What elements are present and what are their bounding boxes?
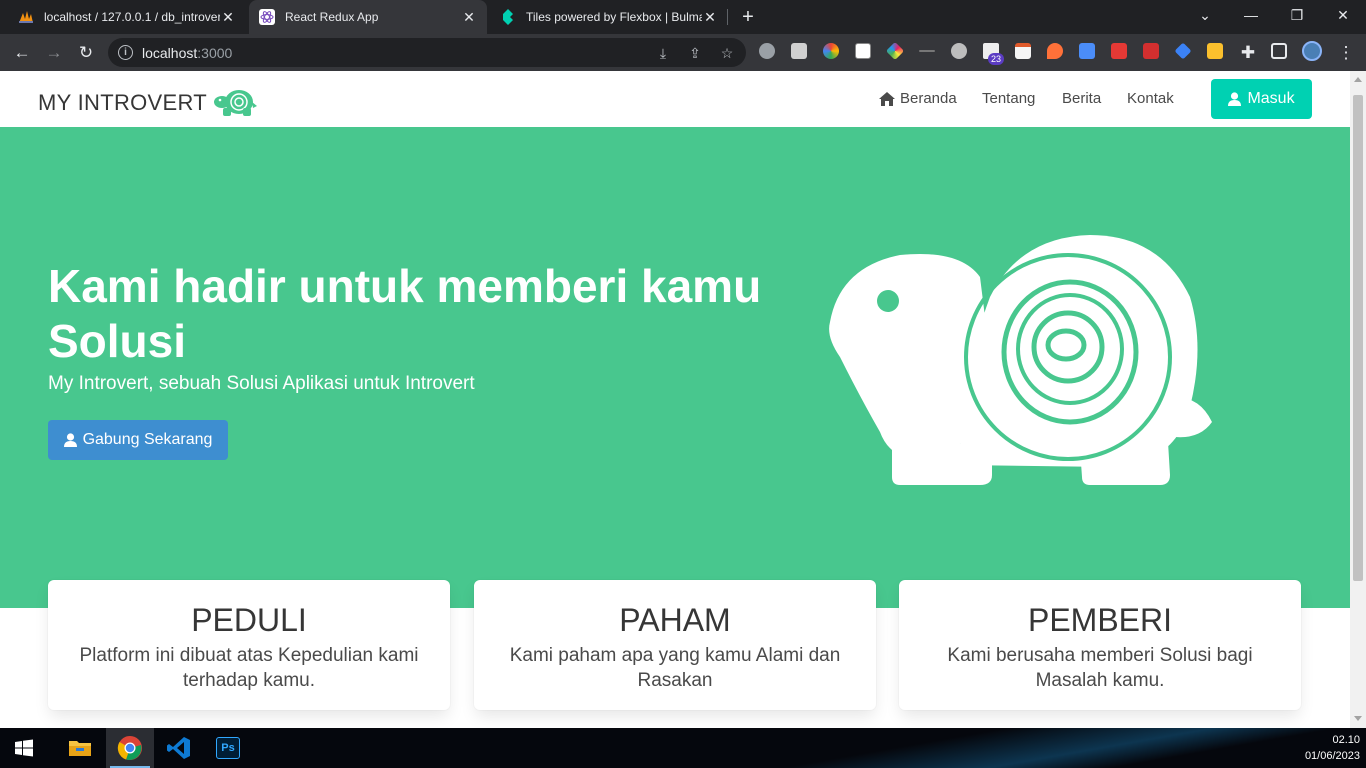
forward-icon[interactable]: →	[40, 39, 68, 67]
url-text: localhost:3000	[142, 45, 232, 61]
site-navbar: MY INTROVERT Beranda Tentang Berita Kont…	[0, 71, 1350, 127]
tool-extension-icon[interactable]	[791, 43, 807, 59]
tab-react-redux-app[interactable]: React Redux App ✕	[249, 0, 487, 34]
windows-taskbar: Ps 02.10 01/06/2023	[0, 728, 1366, 768]
tab-search-icon[interactable]: ⌄	[1182, 0, 1228, 30]
restore-icon[interactable]: ❐	[1274, 0, 1320, 30]
color-extension-icon[interactable]	[823, 43, 839, 59]
taskbar-wallpaper-glow	[760, 728, 1360, 768]
b-extension-icon[interactable]	[855, 43, 871, 59]
card-text: Kami berusaha memberi Solusi bagi Masala…	[947, 645, 1253, 691]
card-title: PEDULI	[191, 602, 307, 638]
address-bar[interactable]: i localhost:3000 ⤓ ⇪ ☆	[108, 38, 746, 67]
phpmyadmin-icon	[18, 9, 34, 25]
nav-kontak-label: Kontak	[1127, 90, 1174, 107]
tab-title: localhost / 127.0.0.1 / db_introvert	[44, 10, 220, 24]
media-extension-icon[interactable]	[1143, 43, 1159, 59]
page-scrollbar[interactable]	[1350, 71, 1366, 728]
nav-kontak[interactable]: Kontak	[1127, 90, 1174, 107]
site-info-icon[interactable]: i	[118, 45, 133, 60]
tab-bulma-tiles[interactable]: Tiles powered by Flexbox | Bulma ✕	[490, 0, 728, 34]
browser-toolbar: ← → ↻ i localhost:3000 ⤓ ⇪ ☆	[0, 34, 1366, 71]
web-page: MY INTROVERT Beranda Tentang Berita Kont…	[0, 71, 1350, 728]
close-tab-icon[interactable]: ✕	[220, 9, 236, 25]
ruler-extension-icon[interactable]	[919, 50, 935, 52]
photoshop-icon[interactable]: Ps	[204, 728, 252, 768]
chrome-menu-icon[interactable]: ⋮	[1332, 39, 1360, 67]
extensions-puzzle-icon[interactable]: ✚	[1234, 39, 1262, 67]
hourglass-extension-icon[interactable]	[1207, 43, 1223, 59]
share-icon[interactable]: ⇪	[686, 44, 704, 62]
photoshop-label: Ps	[216, 737, 240, 759]
nav-tentang[interactable]: Tentang	[982, 90, 1035, 107]
browser-tab-strip: localhost / 127.0.0.1 / db_introvert ✕ R…	[0, 0, 1366, 34]
scroll-up-icon[interactable]	[1354, 77, 1362, 82]
nav-berita[interactable]: Berita	[1062, 90, 1101, 107]
url-port: :3000	[197, 45, 233, 61]
vscode-icon[interactable]	[155, 728, 203, 768]
nav-beranda-label: Beranda	[900, 90, 957, 107]
card-title: PAHAM	[619, 602, 731, 638]
close-window-icon[interactable]: ✕	[1320, 0, 1366, 30]
profile-avatar[interactable]	[1302, 41, 1322, 61]
home-icon	[879, 91, 895, 106]
tab-title: Tiles powered by Flexbox | Bulma	[526, 10, 702, 24]
back-icon[interactable]: ←	[8, 39, 36, 67]
turtle-logo-icon	[214, 90, 258, 116]
close-tab-icon[interactable]: ✕	[461, 9, 477, 25]
clock-date: 01/06/2023	[1304, 750, 1360, 762]
gear-extension-icon[interactable]	[951, 43, 967, 59]
join-now-label: Gabung Sekarang	[82, 431, 213, 448]
scrollbar-thumb[interactable]	[1353, 95, 1363, 581]
nav-beranda[interactable]: Beranda	[879, 90, 957, 107]
card-pemberi: PEMBERI Kami berusaha memberi Solusi bag…	[899, 580, 1301, 710]
close-tab-icon[interactable]: ✕	[702, 9, 718, 25]
bookmark-star-icon[interactable]: ☆	[718, 44, 736, 62]
user-icon	[1228, 92, 1242, 106]
join-now-button[interactable]: Gabung Sekarang	[48, 420, 228, 460]
hero-subtitle: My Introvert, sebuah Solusi Aplikasi unt…	[48, 373, 475, 394]
tab-divider	[727, 9, 728, 25]
window-extension-icon[interactable]	[1015, 43, 1031, 59]
nav-berita-label: Berita	[1062, 90, 1102, 107]
clock-time: 02.10	[1332, 734, 1360, 746]
user-icon	[63, 433, 77, 447]
turtle-illustration-icon	[829, 235, 1212, 485]
fox-extension-icon[interactable]	[1047, 43, 1063, 59]
tab-title: React Redux App	[285, 10, 379, 24]
tab-phpmyadmin[interactable]: localhost / 127.0.0.1 / db_introvert ✕	[8, 0, 246, 34]
card-text: Platform ini dibuat atas Kepedulian kami…	[79, 645, 419, 691]
install-app-icon[interactable]: ⤓	[654, 44, 672, 62]
file-explorer-icon[interactable]	[56, 728, 104, 768]
globe-extension-icon[interactable]	[759, 43, 775, 59]
card-paham: PAHAM Kami paham apa yang kamu Alami dan…	[474, 580, 876, 710]
url-host: localhost	[142, 45, 198, 61]
login-button[interactable]: Masuk	[1211, 79, 1312, 119]
system-clock[interactable]: 02.10 01/06/2023	[1305, 732, 1360, 764]
minimize-icon[interactable]: —	[1228, 0, 1274, 30]
bulma-icon	[500, 9, 516, 25]
new-tab-icon[interactable]: +	[736, 5, 760, 29]
brand-logo[interactable]: MY INTROVERT	[38, 88, 258, 118]
docs-extension-icon[interactable]	[1079, 43, 1095, 59]
red-extension-icon[interactable]	[1111, 43, 1127, 59]
windows-start-icon[interactable]	[0, 728, 48, 768]
side-panel-icon[interactable]	[1271, 43, 1287, 59]
nav-tentang-label: Tentang	[982, 90, 1036, 107]
reload-icon[interactable]: ↻	[72, 39, 100, 67]
login-button-label: Masuk	[1247, 90, 1295, 107]
brand-name: MY INTROVERT	[38, 90, 208, 115]
extension-badge-count: 23	[988, 53, 1005, 65]
scroll-down-icon[interactable]	[1354, 716, 1362, 721]
chrome-taskbar-icon[interactable]	[106, 728, 154, 768]
hero-section: Kami hadir untuk memberi kamu Solusi My …	[0, 127, 1350, 608]
card-peduli: PEDULI Platform ini dibuat atas Kepeduli…	[48, 580, 450, 710]
card-title: PEMBERI	[1027, 602, 1173, 638]
react-app-icon	[259, 9, 275, 25]
card-text: Kami paham apa yang kamu Alami dan Rasak…	[509, 645, 841, 691]
hero-title: Kami hadir untuk memberi kamu Solusi	[48, 260, 762, 367]
